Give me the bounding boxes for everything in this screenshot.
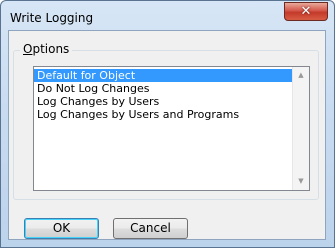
close-icon: ✕ [300, 4, 312, 19]
scroll-down-icon[interactable]: ▼ [293, 173, 309, 190]
close-button[interactable]: ✕ [284, 2, 328, 21]
options-listbox[interactable]: Default for Object Do Not Log Changes Lo… [33, 66, 310, 191]
options-label-rest: ptions [32, 42, 70, 56]
options-group-label: Options [20, 42, 73, 56]
list-item[interactable]: Do Not Log Changes [34, 82, 292, 95]
list-item[interactable]: Default for Object [34, 69, 292, 82]
list-item[interactable]: Log Changes by Users [34, 95, 292, 108]
list-item[interactable]: Log Changes by Users and Programs [34, 108, 292, 121]
scroll-up-icon[interactable]: ▲ [293, 67, 309, 84]
listbox-scrollbar[interactable]: ▲ ▼ [292, 67, 309, 190]
ok-button[interactable]: OK [24, 218, 99, 239]
cancel-button[interactable]: Cancel [113, 218, 188, 239]
window-title: Write Logging [10, 11, 94, 25]
